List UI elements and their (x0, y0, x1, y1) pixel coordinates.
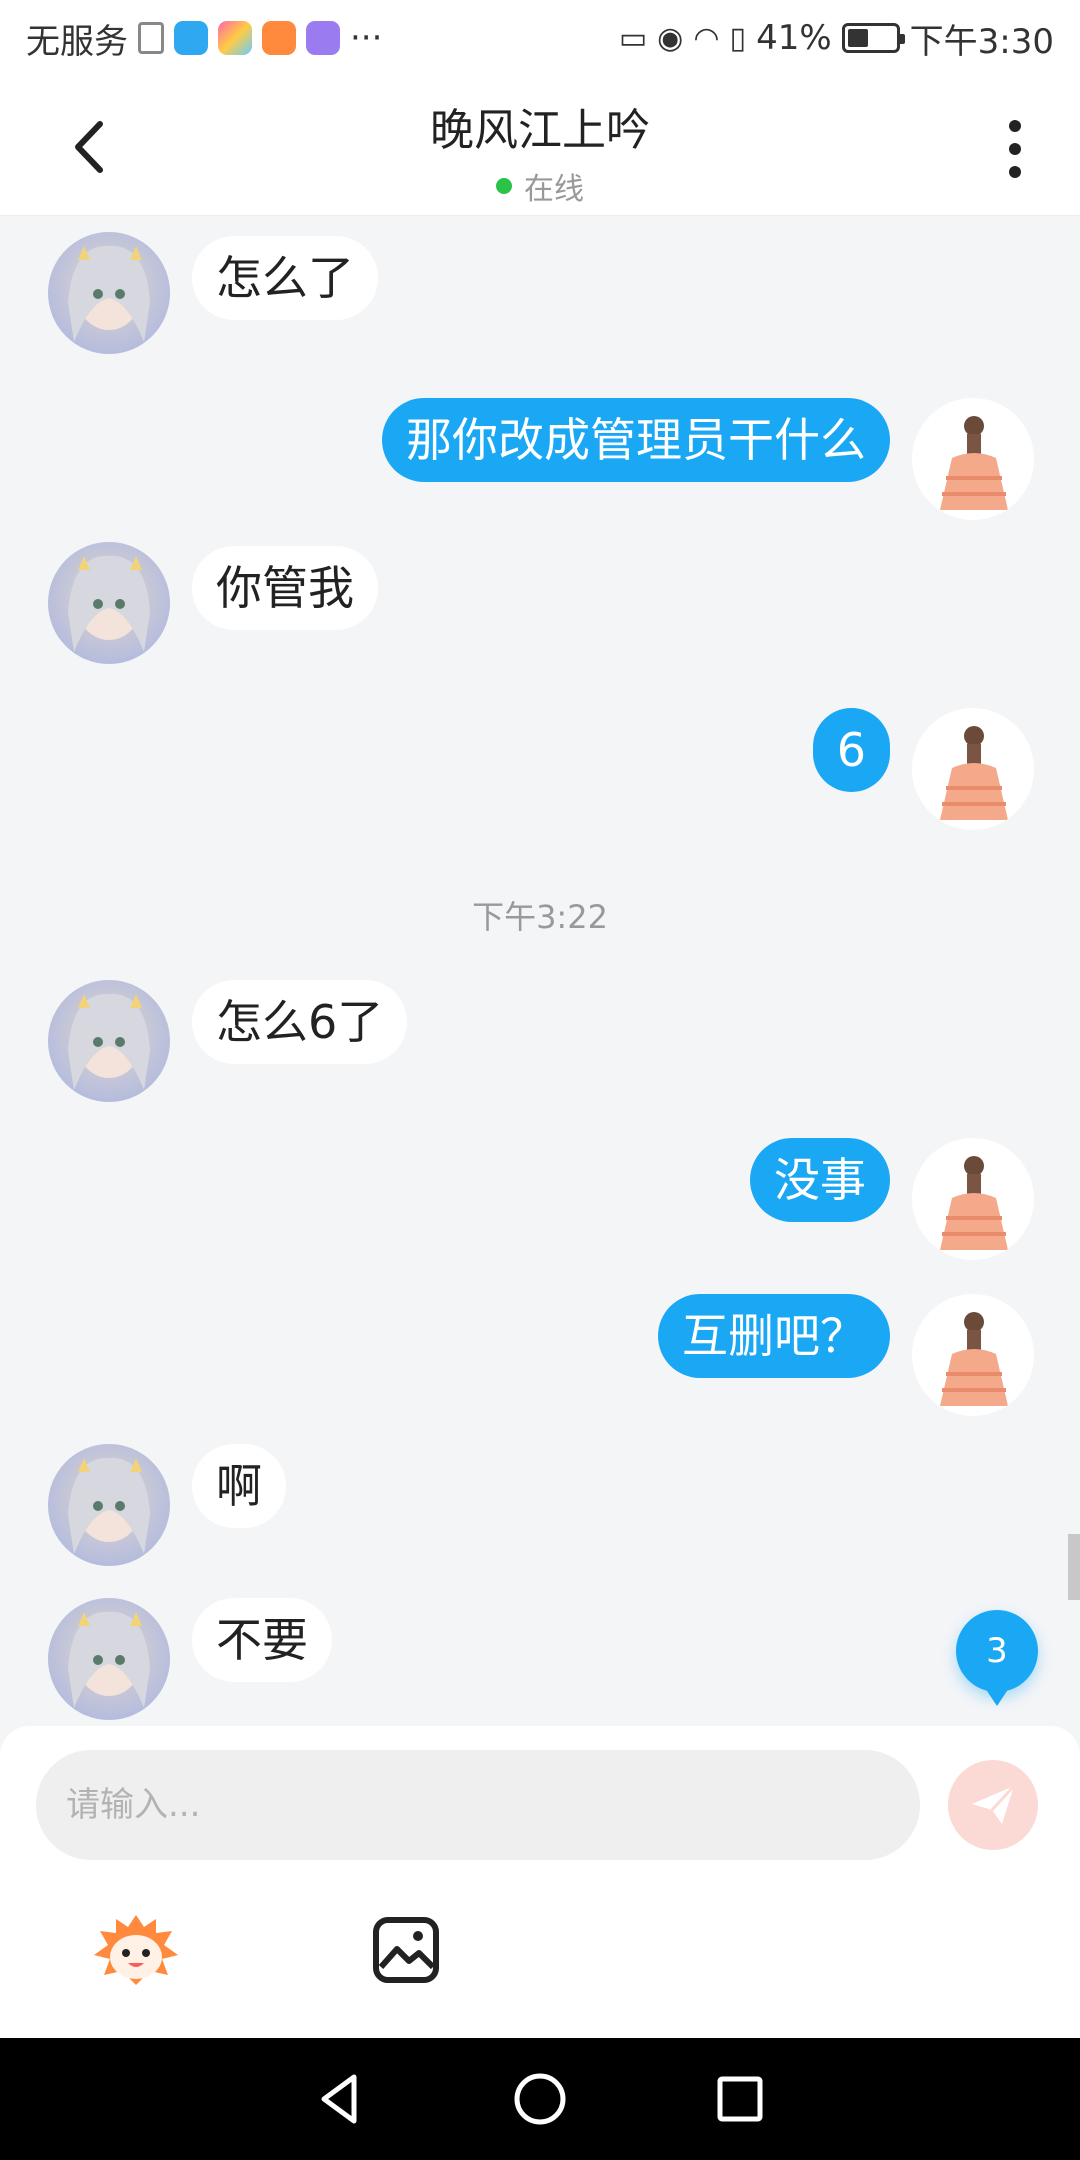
overflow-text: ··· (350, 18, 383, 58)
nav-recents-button[interactable] (700, 2059, 780, 2139)
message-bubble-outgoing[interactable]: 没事 (750, 1138, 890, 1222)
image-button[interactable] (360, 1904, 452, 1996)
contact-avatar[interactable] (48, 232, 170, 354)
more-dot (1009, 143, 1021, 155)
clock-app-icon (306, 21, 340, 55)
nav-home-button[interactable] (500, 2059, 580, 2139)
wifi-icon: ◠ (693, 20, 720, 56)
message-row: 那你改成管理员干什么 (0, 382, 1080, 520)
emoji-button[interactable] (90, 1904, 182, 1996)
contact-avatar[interactable] (48, 980, 170, 1102)
status-bar: 无服务 ··· ▭ ◉ ◠ ▯ 41% 下午3:30 (0, 0, 1080, 76)
my-avatar[interactable] (912, 398, 1034, 520)
doc-icon (138, 22, 164, 54)
message-bubble-incoming[interactable]: 啊 (192, 1444, 286, 1528)
message-row: 怎么了 (0, 226, 1080, 356)
message-bubble-outgoing[interactable]: 6 (812, 708, 890, 792)
alert-battery-icon: ▯ (729, 20, 747, 56)
emoji-mascot-icon (94, 1915, 178, 1985)
carrier-text: 无服务 (26, 21, 128, 62)
message-row: 6 (0, 692, 1080, 830)
time-divider: 下午3:22 (472, 898, 608, 936)
nav-recents-icon (717, 2076, 763, 2122)
message-row: 怎么6了 (0, 978, 1080, 1108)
image-icon (373, 1917, 439, 1983)
nav-back-button[interactable] (300, 2059, 380, 2139)
more-dot (1009, 166, 1021, 178)
title-block: 晚风江上吟 在线 (0, 94, 1080, 208)
status-right: ▭ ◉ ◠ ▯ 41% 下午3:30 (619, 14, 1054, 63)
paper-plane-icon (972, 1784, 1016, 1824)
message-input[interactable] (36, 1750, 920, 1860)
message-bubble-outgoing[interactable]: 互删吧？ (658, 1294, 890, 1378)
message-bubble-outgoing[interactable]: 那你改成管理员干什么 (382, 398, 890, 482)
eye-icon: ◉ (657, 20, 684, 56)
paint-app-icon (218, 21, 252, 55)
battery-icon (841, 23, 905, 53)
more-vertical-icon (1009, 120, 1021, 132)
my-avatar[interactable] (912, 708, 1034, 830)
battery-percent: 41% (756, 18, 832, 58)
status-left: 无服务 ··· (26, 14, 382, 63)
contact-avatar[interactable] (48, 542, 170, 664)
online-text: 在线 (524, 172, 584, 207)
message-row: 你管我 (0, 536, 1080, 666)
more-options-button[interactable] (1000, 114, 1030, 184)
chat-header: 晚风江上吟 在线 (0, 76, 1080, 216)
online-dot-icon (496, 178, 512, 194)
message-bubble-incoming[interactable]: 怎么6了 (192, 980, 408, 1064)
online-status: 在线 (0, 164, 1080, 208)
message-row: 不要 (0, 1596, 1080, 1726)
input-panel (0, 1726, 1080, 2038)
message-row: 没事 (0, 1132, 1080, 1262)
nav-back-icon (321, 2074, 357, 2124)
message-bubble-incoming[interactable]: 不要 (192, 1598, 332, 1682)
contact-avatar[interactable] (48, 1444, 170, 1566)
video-app-icon (262, 21, 296, 55)
clock-text: 下午3:30 (909, 21, 1054, 62)
scrollbar[interactable] (1068, 1534, 1080, 1600)
message-row: 啊 (0, 1442, 1080, 1572)
contact-avatar[interactable] (48, 1598, 170, 1720)
message-bubble-incoming[interactable]: 怎么了 (192, 236, 378, 320)
shield-app-icon (174, 21, 208, 55)
message-row: 互删吧？ (0, 1286, 1080, 1416)
my-avatar[interactable] (912, 1138, 1034, 1260)
system-navigation-bar (0, 2038, 1080, 2160)
no-sim-icon: ▭ (618, 20, 648, 56)
chat-title: 晚风江上吟 (430, 105, 650, 156)
my-avatar[interactable] (912, 1294, 1034, 1416)
send-button[interactable] (948, 1760, 1038, 1850)
unread-badge[interactable]: 3 (956, 1610, 1038, 1692)
message-list[interactable]: 怎么了 那你改成管理员干什么 你管我 6 下午3:22 怎么6了 没事 互删吧？… (0, 216, 1080, 1726)
message-bubble-incoming[interactable]: 你管我 (192, 546, 378, 630)
nav-home-icon (514, 2073, 566, 2125)
